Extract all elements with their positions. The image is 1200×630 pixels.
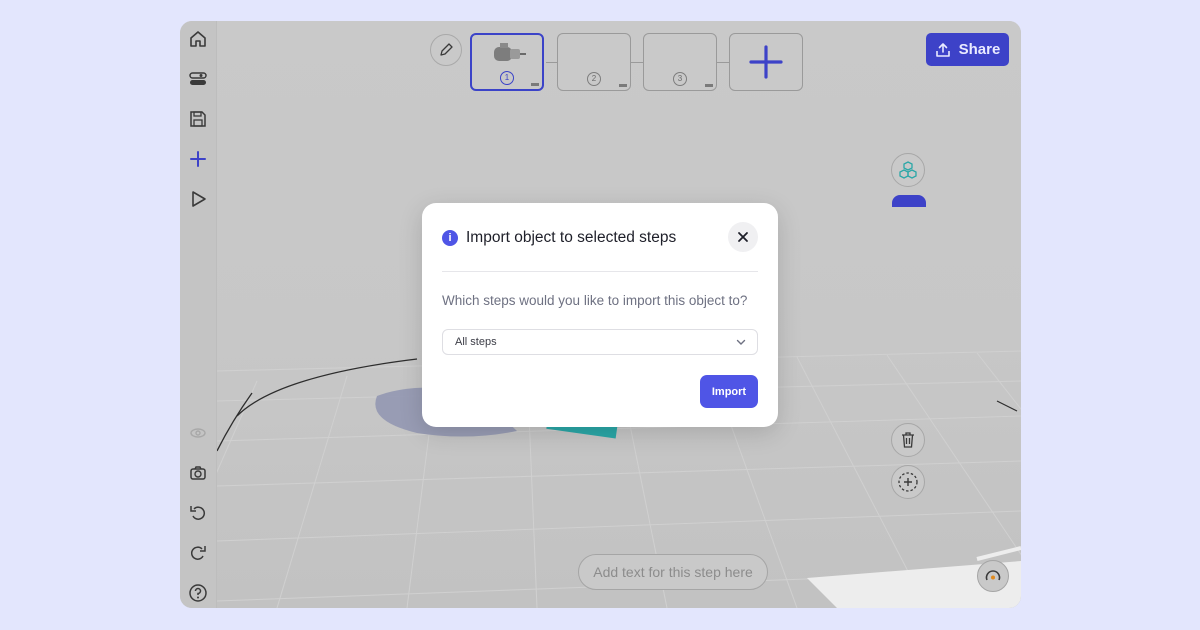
step-text-input[interactable]: Add text for this step here — [578, 554, 768, 590]
step-thumbnail-3[interactable]: 3 — [643, 33, 717, 91]
plus-icon — [749, 45, 783, 79]
step-thumbnail-1[interactable]: 1 — [470, 33, 544, 91]
dialog-title: Import object to selected steps — [466, 229, 677, 246]
camera-icon[interactable] — [186, 461, 210, 485]
delete-button[interactable] — [891, 423, 925, 457]
add-step-button[interactable] — [729, 33, 803, 91]
import-dialog: i Import object to selected steps Which … — [422, 203, 778, 427]
step-number: 2 — [587, 72, 601, 86]
redo-icon[interactable] — [186, 541, 210, 565]
close-button[interactable] — [728, 222, 758, 252]
gauge-button[interactable] — [977, 560, 1009, 592]
step-thumbnail-2[interactable]: 2 — [557, 33, 631, 91]
undo-icon[interactable] — [186, 501, 210, 525]
toggle-icon[interactable] — [186, 67, 210, 91]
plus-icon[interactable] — [186, 147, 210, 171]
play-icon[interactable] — [186, 187, 210, 211]
left-sidebar — [180, 21, 217, 608]
home-icon[interactable] — [186, 27, 210, 51]
cubes-icon — [899, 161, 917, 179]
upload-icon — [935, 42, 950, 57]
share-button[interactable]: Share — [926, 33, 1009, 66]
objects-button[interactable] — [891, 153, 925, 187]
step-connector — [631, 62, 643, 63]
view-icon[interactable] — [186, 421, 210, 445]
help-icon[interactable] — [186, 581, 210, 605]
step-corner-marker — [619, 84, 627, 87]
chevron-down-icon — [736, 339, 746, 345]
dialog-question: Which steps would you like to import thi… — [442, 293, 748, 308]
step-corner-marker — [705, 84, 713, 87]
add-object-button[interactable] — [891, 465, 925, 499]
steps-select[interactable]: All steps — [442, 329, 758, 355]
trash-icon — [902, 432, 914, 448]
motor-thumbnail-icon — [494, 43, 526, 61]
import-button[interactable]: Import — [700, 375, 758, 408]
save-icon[interactable] — [186, 107, 210, 131]
share-label: Share — [958, 41, 1001, 58]
dashed-plus-icon — [898, 472, 918, 492]
pencil-icon — [440, 43, 453, 56]
step-number: 3 — [673, 72, 687, 86]
info-icon: i — [442, 230, 458, 246]
step-corner-marker — [531, 83, 539, 86]
step-connector — [546, 62, 557, 63]
gauge-icon — [985, 570, 1001, 581]
edit-button[interactable] — [430, 34, 462, 66]
steps-select-value: All steps — [455, 336, 497, 348]
close-icon — [738, 232, 748, 242]
dialog-divider — [442, 271, 758, 272]
active-tool-indicator — [892, 195, 926, 207]
step-number: 1 — [500, 71, 514, 85]
step-connector — [717, 62, 729, 63]
